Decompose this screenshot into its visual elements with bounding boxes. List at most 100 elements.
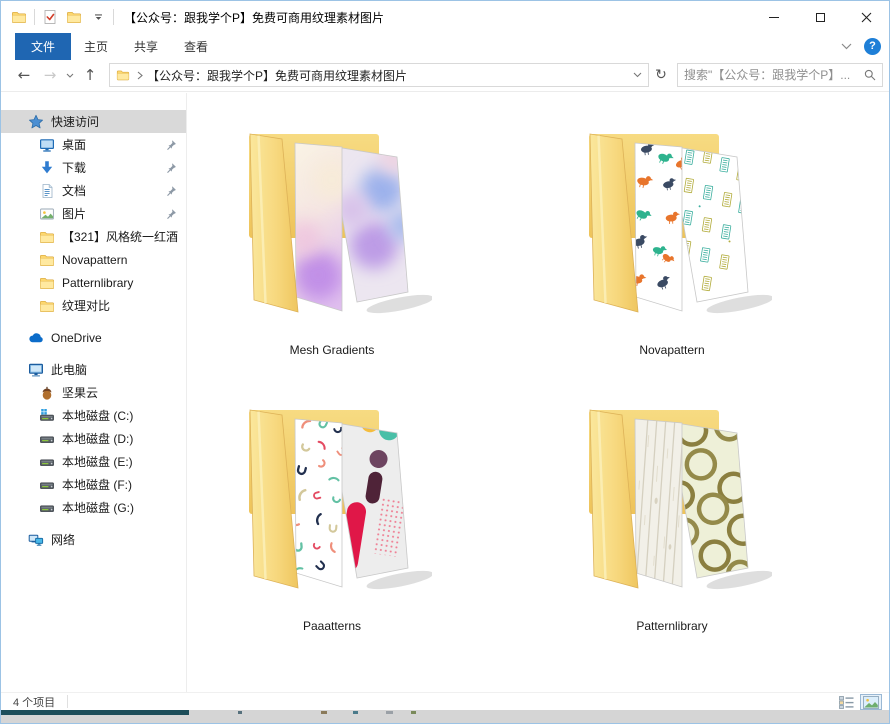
status-separator	[67, 695, 69, 708]
breadcrumb-path[interactable]: 【公众号：跟我学个P】免费可商用纹理素材图片	[147, 67, 633, 84]
pictures-icon	[38, 206, 55, 222]
minimize-icon	[769, 16, 779, 18]
pin-icon	[166, 208, 177, 219]
details-view-button[interactable]	[835, 694, 857, 710]
window-title: 【公众号：跟我学个P】免费可商用纹理素材图片	[124, 10, 385, 25]
folder-icon	[38, 298, 55, 314]
folder-item-mesh-gradients[interactable]: Mesh Gradients	[232, 120, 432, 357]
drive-c-icon	[38, 408, 55, 424]
tab-file[interactable]: 文件	[15, 32, 72, 60]
explorer-folder-icon[interactable]	[10, 8, 28, 26]
up-button[interactable]: ↑	[77, 66, 103, 84]
folder-item-novapattern[interactable]: Novapattern	[572, 120, 772, 357]
tab-home[interactable]: 主页	[71, 33, 121, 60]
qat-dropdown-caret-icon[interactable]	[89, 8, 107, 26]
sidebar-item-label: 此电脑	[51, 363, 88, 377]
network-icon	[27, 532, 44, 548]
sidebar-item-downloads[interactable]: 下载	[1, 156, 186, 179]
folder-label: Paaatterns	[302, 619, 362, 633]
taskbar-speck	[411, 711, 416, 714]
sidebar-item-nutstore[interactable]: 坚果云	[1, 381, 186, 404]
details-view-icon	[838, 695, 853, 709]
sidebar-item-pictures[interactable]: 图片	[1, 202, 186, 225]
search-box	[677, 63, 883, 87]
sidebar-item-desktop[interactable]: 桌面	[1, 133, 186, 156]
navigation-bar: ← → ↑ 【公众号：跟我学个P】免费可商用纹理素材图片 ↻	[1, 59, 889, 92]
navigation-pane: 快速访问桌面下载文档图片【321】风格统一红酒 Novapattern Patter…	[1, 93, 187, 692]
sidebar-item-label: 桌面	[62, 138, 87, 152]
toolbar-separator	[113, 9, 114, 25]
close-button[interactable]	[843, 1, 889, 33]
pin-icon	[166, 139, 177, 150]
search-icon[interactable]	[864, 69, 876, 81]
sidebar-item-disk-g[interactable]: 本地磁盘 (G:)	[1, 496, 186, 519]
quick-access-toolbar	[1, 8, 114, 26]
sidebar-item-folder-321-red-wine[interactable]: 【321】风格统一红酒	[1, 225, 186, 248]
items-count: 4 个项目	[13, 696, 56, 709]
onedrive-icon	[27, 330, 44, 346]
breadcrumb-chevron-icon[interactable]	[137, 71, 143, 80]
sidebar-item-quick-access[interactable]: 快速访问	[1, 110, 186, 133]
pin-icon	[166, 185, 177, 196]
drive-icon	[38, 431, 55, 447]
sidebar-item-label: 文档	[62, 184, 87, 198]
sidebar-item-novapattern[interactable]: Novapattern	[1, 248, 186, 271]
sidebar-item-texture-compare[interactable]: 纹理对比	[1, 294, 186, 317]
maximize-button[interactable]	[797, 1, 843, 33]
sidebar-item-label: 坚果云	[62, 386, 99, 400]
downloads-icon	[38, 160, 55, 176]
sidebar-item-documents[interactable]: 文档	[1, 179, 186, 202]
folder-label: Patternlibrary	[636, 619, 708, 633]
sidebar-item-label: 【321】风格统一红酒	[62, 230, 179, 244]
search-input[interactable]	[678, 68, 864, 82]
sidebar-item-this-pc[interactable]: 此电脑	[1, 358, 186, 381]
ribbon-collapse-chevron-icon[interactable]	[841, 43, 852, 50]
taskbar-speck	[238, 711, 242, 714]
toolbar-separator	[34, 9, 35, 25]
recent-locations-chevron-icon[interactable]	[63, 66, 77, 84]
folder-icon	[38, 252, 55, 268]
taskbar-speck	[386, 711, 393, 714]
folder-thumbnail-novapattern	[589, 133, 772, 314]
status-bar: 4 个项目	[1, 692, 889, 710]
folder-item-paaatterns[interactable]: Paaatterns	[232, 396, 432, 633]
sidebar-item-label: OneDrive	[51, 330, 102, 345]
nutstore-icon	[38, 385, 55, 401]
sidebar-item-label: 下载	[62, 161, 87, 175]
refresh-button[interactable]: ↻	[649, 67, 673, 83]
back-button[interactable]: ←	[11, 66, 37, 84]
drive-icon	[38, 477, 55, 493]
sidebar-item-patternlibrary[interactable]: Patternlibrary	[1, 271, 186, 294]
sidebar-item-label: Novapattern	[62, 252, 128, 267]
maximize-icon	[815, 12, 825, 22]
sidebar-item-disk-e[interactable]: 本地磁盘 (E:)	[1, 450, 186, 473]
address-bar[interactable]: 【公众号：跟我学个P】免费可商用纹理素材图片	[109, 63, 649, 87]
folder-thumbnail-paaatterns	[249, 409, 432, 590]
sidebar-item-disk-c[interactable]: 本地磁盘 (C:)	[1, 404, 186, 427]
taskbar-teal-segment	[1, 710, 189, 715]
folder-icon[interactable]	[65, 8, 83, 26]
folder-item-patternlibrary[interactable]: Patternlibrary	[572, 396, 772, 633]
pin-icon	[166, 162, 177, 173]
folder-thumbnail-mesh-gradients	[249, 133, 432, 314]
large-icons-view-button[interactable]	[860, 694, 882, 710]
folder-label: Novapattern	[639, 343, 705, 357]
sidebar-item-label: 图片	[62, 207, 87, 221]
minimize-button[interactable]	[751, 1, 797, 33]
title-bar: 【公众号：跟我学个P】免费可商用纹理素材图片	[1, 1, 889, 33]
sidebar-item-network[interactable]: 网络	[1, 528, 186, 551]
sidebar-item-disk-f[interactable]: 本地磁盘 (F:)	[1, 473, 186, 496]
tab-share[interactable]: 共享	[121, 33, 171, 60]
sidebar-item-onedrive[interactable]: OneDrive	[1, 326, 186, 349]
forward-button[interactable]: →	[37, 66, 63, 84]
checkmark-document-icon[interactable]	[41, 8, 59, 26]
taskbar-speck	[321, 711, 327, 714]
address-dropdown-chevron-icon[interactable]	[633, 72, 642, 78]
sidebar-item-disk-d[interactable]: 本地磁盘 (D:)	[1, 427, 186, 450]
taskbar-edge	[1, 710, 889, 723]
this-pc-icon	[27, 362, 44, 378]
help-button[interactable]: ?	[864, 37, 881, 55]
folder-thumbnail-patternlibrary	[589, 409, 772, 590]
tab-view[interactable]: 查看	[171, 33, 221, 60]
sidebar-item-label: 本地磁盘 (D:)	[62, 432, 134, 446]
